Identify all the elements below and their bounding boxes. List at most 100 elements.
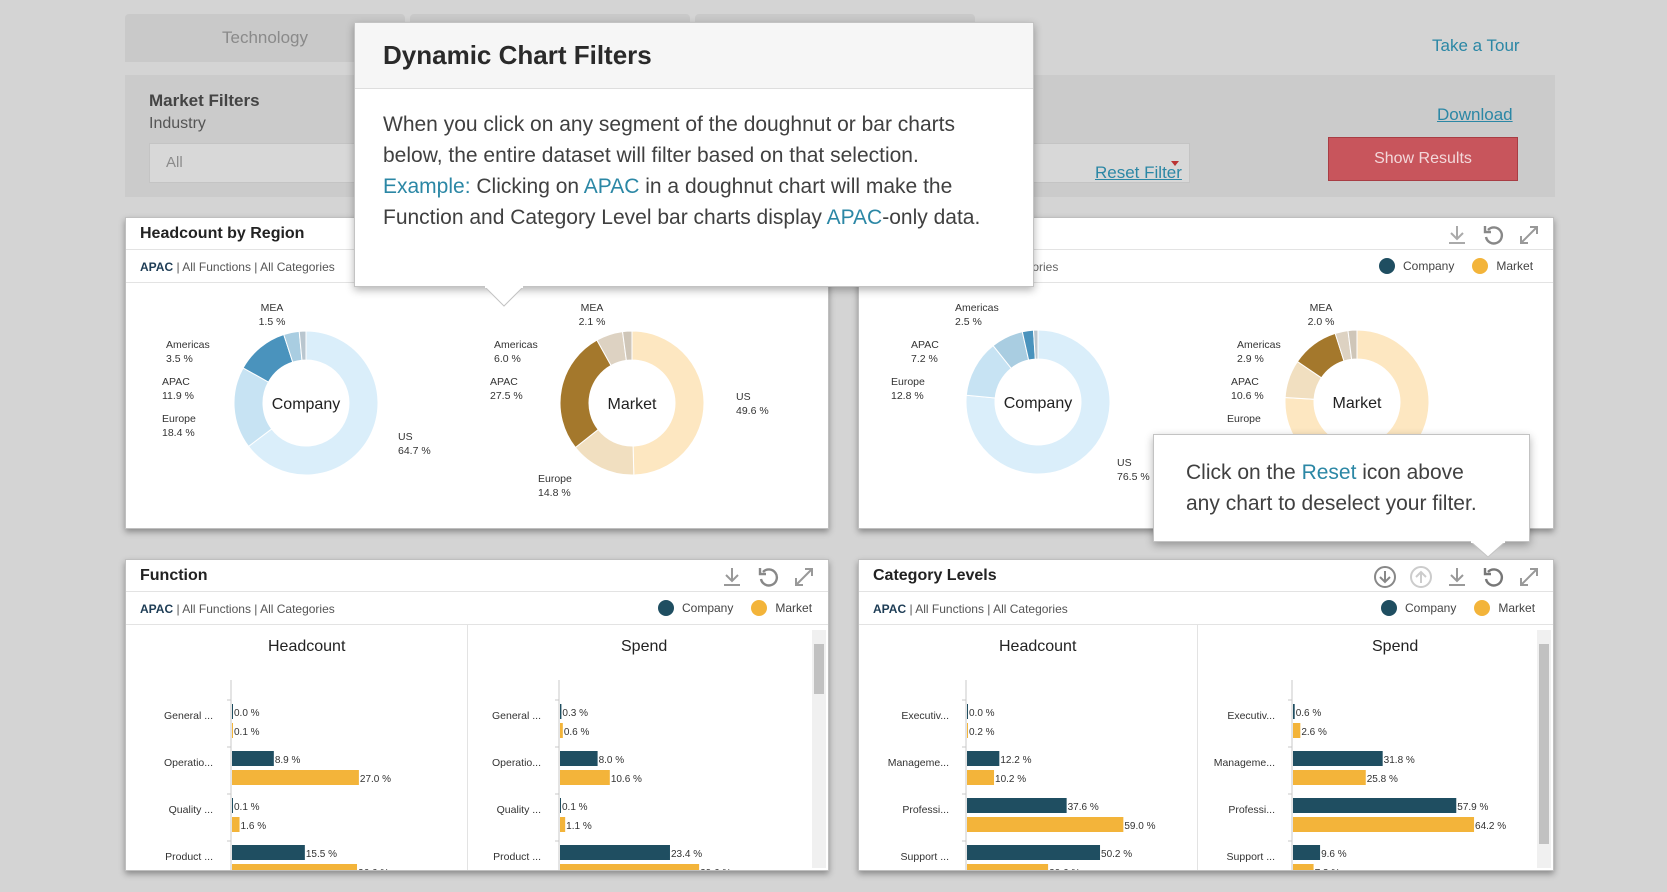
- market-bar[interactable]: [1293, 723, 1301, 738]
- reset-icon[interactable]: [1479, 222, 1507, 248]
- market-bar[interactable]: [232, 817, 240, 832]
- company-bar[interactable]: [560, 845, 670, 860]
- market-bar[interactable]: [560, 723, 563, 738]
- expand-icon[interactable]: [1515, 564, 1543, 590]
- bar-value-label: 0.3 %: [562, 708, 588, 719]
- expand-icon[interactable]: [790, 564, 818, 590]
- company-bar[interactable]: [232, 845, 305, 860]
- function-panel: Function APAC | All Functions | All Cate…: [125, 559, 829, 871]
- bar-value-label: 59.0 %: [1124, 821, 1155, 832]
- category-label: Professi...: [1228, 804, 1275, 816]
- company-bar[interactable]: [232, 704, 233, 719]
- market-bar[interactable]: [560, 864, 700, 870]
- category-label: General ...: [492, 710, 541, 722]
- company-bar[interactable]: [967, 751, 1000, 766]
- bar-value-label: 27.0 %: [360, 774, 391, 785]
- panel-filter-summary: APAC | All Functions | All Categories: [140, 260, 335, 274]
- slice-label-name: MEA: [1310, 302, 1333, 314]
- download-icon[interactable]: [1443, 564, 1471, 590]
- category-label: Quality ...: [169, 804, 213, 816]
- reset-icon[interactable]: [1479, 564, 1507, 590]
- bar-value-label: 8.9 %: [275, 755, 301, 766]
- scrollbar[interactable]: [1537, 630, 1551, 868]
- market-bar[interactable]: [967, 864, 1049, 870]
- market-bar[interactable]: [1293, 817, 1475, 832]
- category-bar-charts[interactable]: Executiv... 0.0 % 0.2 % Manageme... 12.2 % 10…: [859, 630, 1554, 870]
- slice-label-value: 12.8 %: [891, 390, 924, 402]
- bar-value-label: 0.0 %: [234, 708, 260, 719]
- expand-icon[interactable]: [1515, 222, 1543, 248]
- download-link[interactable]: Download: [1437, 105, 1513, 125]
- slice-label-value: 2.9 %: [1237, 353, 1264, 365]
- legend: Company Market: [1379, 258, 1533, 274]
- headcount-doughnut-charts[interactable]: Company MEA 1.5 % Americas 3.5 % APAC 11.9 % Eu…: [126, 288, 829, 528]
- category-label: Professi...: [902, 804, 949, 816]
- company-bar[interactable]: [560, 798, 561, 813]
- company-bar[interactable]: [967, 704, 968, 719]
- company-bar[interactable]: [232, 751, 274, 766]
- download-icon[interactable]: [718, 564, 746, 590]
- scrollbar[interactable]: [812, 630, 826, 868]
- doughnut-slice-apac[interactable]: [559, 339, 612, 449]
- company-bar[interactable]: [232, 798, 233, 813]
- market-bar[interactable]: [560, 817, 566, 832]
- slice-label-name: US: [398, 431, 413, 443]
- show-results-button[interactable]: Show Results: [1328, 137, 1518, 181]
- panel-toolbar: [1371, 564, 1543, 590]
- slice-label-value: 49.6 %: [736, 405, 769, 417]
- slice-label-name: Americas: [166, 339, 210, 351]
- market-filters-title: Market Filters: [149, 91, 260, 110]
- drill-down-icon[interactable]: [1371, 564, 1399, 590]
- company-bar[interactable]: [967, 845, 1101, 860]
- download-icon[interactable]: [1443, 222, 1471, 248]
- market-bar[interactable]: [232, 864, 358, 870]
- function-bar-charts[interactable]: General ... 0.0 % 0.1 % Operatio... 8.9 % 27.…: [126, 630, 829, 870]
- bar-value-label: 1.6 %: [241, 821, 267, 832]
- company-bar[interactable]: [1293, 845, 1321, 860]
- slice-label-value: 2.5 %: [955, 316, 982, 328]
- company-bar[interactable]: [1293, 798, 1457, 813]
- reset-filter-link[interactable]: Reset Filter: [1095, 163, 1182, 183]
- market-bar[interactable]: [1293, 864, 1314, 870]
- bar-value-label: 0.6 %: [564, 727, 590, 738]
- slice-label-value: 14.8 %: [538, 487, 571, 499]
- slice-label-name: MEA: [261, 302, 284, 314]
- category-label: Operatio...: [492, 757, 541, 769]
- slice-label-value: 64.7 %: [398, 445, 431, 457]
- slice-label-name: APAC: [1231, 376, 1259, 388]
- slice-label-name: US: [1117, 457, 1132, 469]
- reset-icon[interactable]: [754, 564, 782, 590]
- company-bar[interactable]: [560, 704, 562, 719]
- slice-label-name: Americas: [955, 302, 999, 314]
- drill-up-icon[interactable]: [1407, 564, 1435, 590]
- category-label: Executiv...: [1227, 710, 1275, 722]
- doughnut-center-label: Market: [608, 396, 657, 413]
- company-legend-dot: [658, 600, 674, 616]
- legend: Company Market: [1381, 600, 1535, 616]
- tooltip-title: Dynamic Chart Filters: [355, 23, 1033, 89]
- bar-value-label: 12.2 %: [1000, 755, 1031, 766]
- company-bar[interactable]: [1293, 704, 1295, 719]
- doughnut-center-label: Market: [1333, 395, 1382, 412]
- bar-value-label: 0.1 %: [562, 802, 588, 813]
- company-bar[interactable]: [967, 798, 1067, 813]
- panel-title: Category Levels: [873, 567, 997, 584]
- market-bar[interactable]: [1293, 770, 1366, 785]
- market-bar[interactable]: [232, 770, 359, 785]
- bar-value-label: 15.5 %: [306, 849, 337, 860]
- company-bar[interactable]: [560, 751, 598, 766]
- market-bar[interactable]: [967, 817, 1124, 832]
- market-bar[interactable]: [560, 770, 610, 785]
- market-bar[interactable]: [232, 723, 233, 738]
- dynamic-filters-tooltip: Dynamic Chart Filters When you click on …: [354, 22, 1034, 287]
- bar-value-label: 30.6 %: [1049, 868, 1080, 870]
- market-bar[interactable]: [967, 770, 995, 785]
- bar-value-label: 37.6 %: [1068, 802, 1099, 813]
- slice-label-value: 11.9 %: [162, 390, 194, 402]
- market-bar[interactable]: [967, 723, 968, 738]
- take-tour-link[interactable]: Take a Tour: [1432, 36, 1520, 56]
- category-label: Quality ...: [497, 804, 541, 816]
- category-label: Manageme...: [888, 757, 949, 769]
- bar-value-label: 10.2 %: [995, 774, 1026, 785]
- company-bar[interactable]: [1293, 751, 1383, 766]
